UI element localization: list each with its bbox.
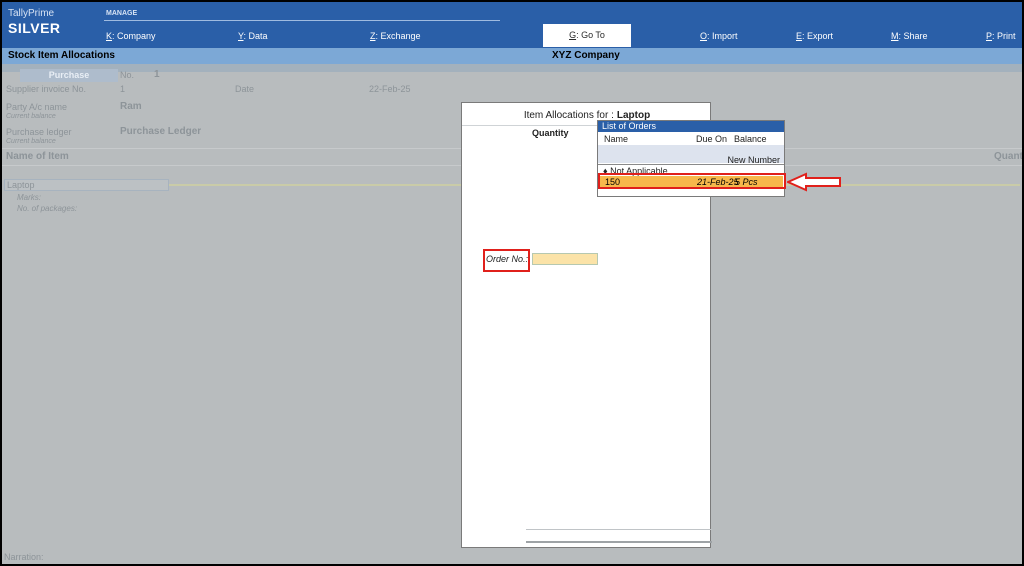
dialog-footer-rule <box>526 529 712 530</box>
menu-import-key: O <box>700 31 708 41</box>
name-of-item-header: Name of Item <box>6 151 69 162</box>
party-label: Party A/c name <box>6 102 68 112</box>
menu-goto-label: : Go To <box>576 30 605 40</box>
menu-export-label: : Export <box>802 31 834 41</box>
voucher-no-value: 1 <box>154 69 160 80</box>
menu-company[interactable]: K: Company <box>106 31 156 41</box>
company-name: XYZ Company <box>552 50 620 61</box>
app-window: TallyPrime SILVER MANAGE K: Company Y: D… <box>2 2 1022 564</box>
annotation-highlight-order-label <box>483 249 530 272</box>
manage-section-label: MANAGE <box>106 10 138 17</box>
popup-divider <box>598 164 784 165</box>
date-value: 22-Feb-25 <box>369 84 411 94</box>
edition-label: SILVER <box>8 20 61 36</box>
voucher-no-label: No. <box>120 70 135 80</box>
purchase-ledger-label: Purchase ledger <box>6 127 72 137</box>
menu-print[interactable]: P: Print <box>986 31 1016 41</box>
item-name: Laptop <box>7 180 35 190</box>
menu-share[interactable]: M: Share <box>891 31 928 41</box>
popup-col-balance: Balance <box>734 134 767 144</box>
annotation-arrow-left-icon <box>787 172 841 192</box>
menu-import-label: : Import <box>707 31 738 41</box>
party-balance-label: Current balance <box>6 113 56 120</box>
menu-company-label: : Company <box>112 31 156 41</box>
quantity-header: Quantity <box>532 128 569 138</box>
annotation-highlight-order-row <box>598 173 786 189</box>
menu-goto[interactable]: G: Go To <box>543 24 631 47</box>
popup-col-due-on: Due On <box>696 134 728 144</box>
voucher-type-badge: Purchase <box>20 69 118 82</box>
menu-exchange[interactable]: Z: Exchange <box>370 31 421 41</box>
party-value: Ram <box>120 101 142 112</box>
screen-title: Stock Item Allocations <box>8 50 115 61</box>
quantity-column-header: Quantity <box>994 151 1022 162</box>
menu-print-label: : Print <box>992 31 1016 41</box>
order-no-input[interactable] <box>532 253 598 265</box>
menu-exchange-label: : Exchange <box>375 31 421 41</box>
title-bar: Stock Item Allocations XYZ Company <box>2 48 1022 64</box>
menu-import[interactable]: O: Import <box>700 31 738 41</box>
popup-col-name: Name <box>604 134 629 144</box>
menu-export[interactable]: E: Export <box>796 31 833 41</box>
menu-data-label: : Data <box>243 31 268 41</box>
date-label: Date <box>235 84 255 94</box>
item-marks-label: Marks: <box>17 193 41 202</box>
item-packages-label: No. of packages: <box>17 204 78 213</box>
ledger-balance-label: Current balance <box>6 138 56 145</box>
supplier-invoice-label: Supplier invoice No. <box>6 84 87 94</box>
app-name: TallyPrime <box>8 8 55 19</box>
menu-share-label: : Share <box>898 31 928 41</box>
dialog-total-rule <box>526 541 712 543</box>
popup-title: List of Orders <box>598 121 784 132</box>
brand: TallyPrime SILVER <box>8 8 98 36</box>
supplier-invoice-value: 1 <box>120 84 126 94</box>
top-bar: TallyPrime SILVER MANAGE K: Company Y: D… <box>2 2 1022 48</box>
narration-label: Narration: <box>4 552 44 562</box>
manage-divider <box>104 20 500 21</box>
menu-share-key: M <box>891 31 899 41</box>
menu-data[interactable]: Y: Data <box>238 31 268 41</box>
purchase-ledger-value: Purchase Ledger <box>120 126 202 137</box>
